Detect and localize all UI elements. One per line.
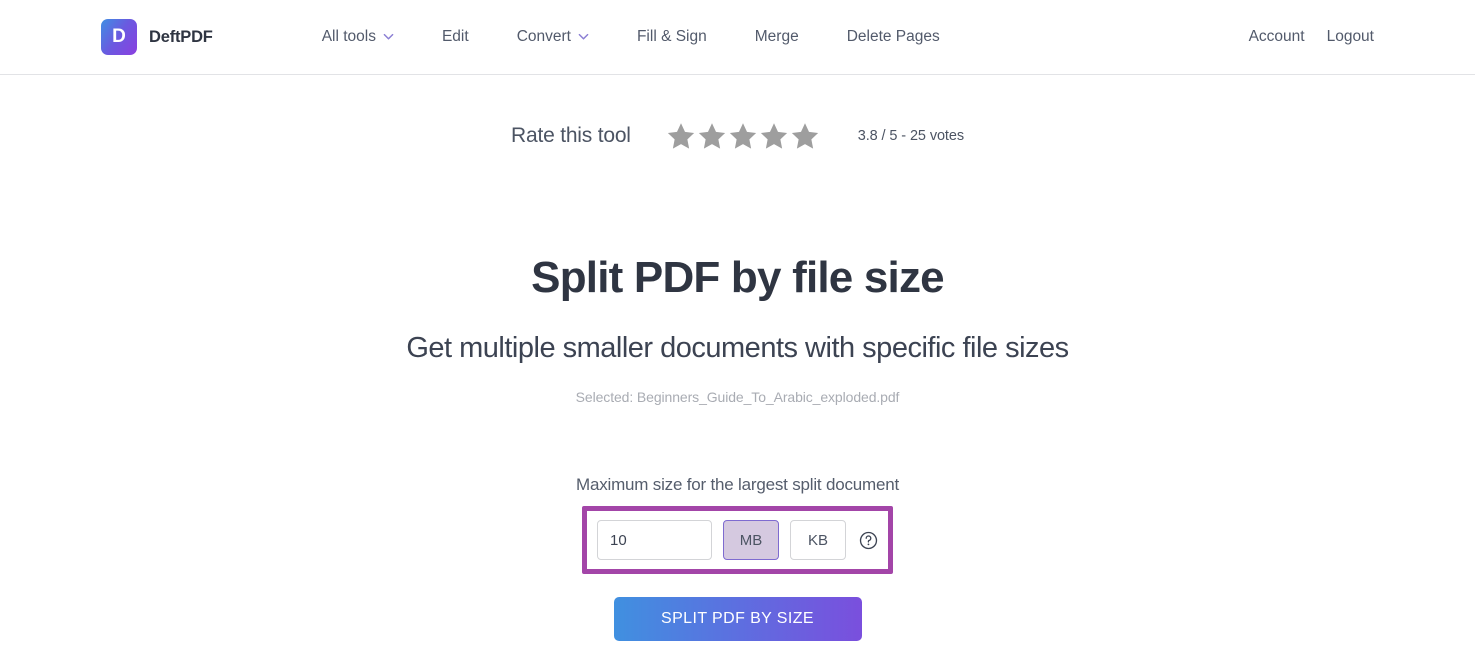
nav-item-fill-and-sign[interactable]: Fill & Sign — [637, 22, 707, 52]
nav-item-label: Edit — [441, 28, 469, 45]
nav-item-label: Merge — [754, 28, 799, 45]
nav-item-merge[interactable]: Merge — [755, 22, 799, 52]
nav-item-label: Fill & Sign — [636, 28, 707, 45]
nav-item-label: Convert — [516, 28, 571, 45]
nav-item-label: Account — [1248, 28, 1305, 45]
deftpdf-logo-icon: D — [101, 19, 137, 55]
star-icon-2[interactable] — [697, 121, 727, 151]
nav-item-delete-pages[interactable]: Delete Pages — [847, 22, 940, 52]
main-content: Split PDF by file size Get multiple smal… — [0, 253, 1475, 642]
main-navigation: All tools Edit Convert Fill & Sign Merge… — [322, 22, 940, 52]
unit-button-mb[interactable]: MB — [723, 520, 779, 561]
split-pdf-by-size-button[interactable]: SPLIT PDF BY SIZE — [613, 597, 862, 642]
brand-name: DeftPDF — [149, 27, 213, 46]
unit-button-kb[interactable]: KB — [790, 520, 846, 561]
star-icon-5[interactable] — [790, 121, 820, 151]
max-size-label: Maximum size for the largest split docum… — [575, 475, 900, 495]
star-icon-3[interactable] — [728, 121, 758, 151]
split-size-form: Maximum size for the largest split docum… — [0, 475, 1475, 642]
site-header: D DeftPDF All tools Edit Convert Fill & … — [0, 0, 1475, 75]
account-navigation: Account Logout — [1249, 22, 1374, 52]
chevron-down-icon — [383, 31, 394, 42]
star-icon-1[interactable] — [666, 121, 696, 151]
star-icon-4[interactable] — [759, 121, 789, 151]
nav-item-convert[interactable]: Convert — [517, 22, 589, 52]
rating-summary: 3.8 / 5 - 25 votes — [857, 128, 964, 144]
nav-item-all-tools[interactable]: All tools — [322, 22, 394, 52]
nav-item-label: All tools — [321, 28, 376, 45]
rating-label: Rate this tool — [511, 124, 631, 147]
nav-item-label: Delete Pages — [846, 28, 940, 45]
size-input-group: MB KB — [582, 506, 893, 575]
star-rating[interactable] — [666, 121, 820, 151]
max-size-input[interactable] — [597, 520, 712, 561]
question-circle-icon[interactable] — [858, 530, 878, 550]
nav-item-logout[interactable]: Logout — [1327, 22, 1374, 52]
nav-item-account[interactable]: Account — [1249, 22, 1305, 52]
page-title: Split PDF by file size — [531, 253, 945, 302]
rating-widget: Rate this tool 3.8 / 5 - 25 votes — [0, 121, 1475, 151]
chevron-down-icon — [578, 31, 589, 42]
selected-file-label: Selected: Beginners_Guide_To_Arabic_expl… — [575, 389, 900, 406]
nav-item-edit[interactable]: Edit — [442, 22, 469, 52]
nav-item-label: Logout — [1326, 28, 1374, 45]
page-subtitle: Get multiple smaller documents with spec… — [406, 331, 1069, 364]
brand-logo-link[interactable]: D DeftPDF — [101, 19, 213, 55]
